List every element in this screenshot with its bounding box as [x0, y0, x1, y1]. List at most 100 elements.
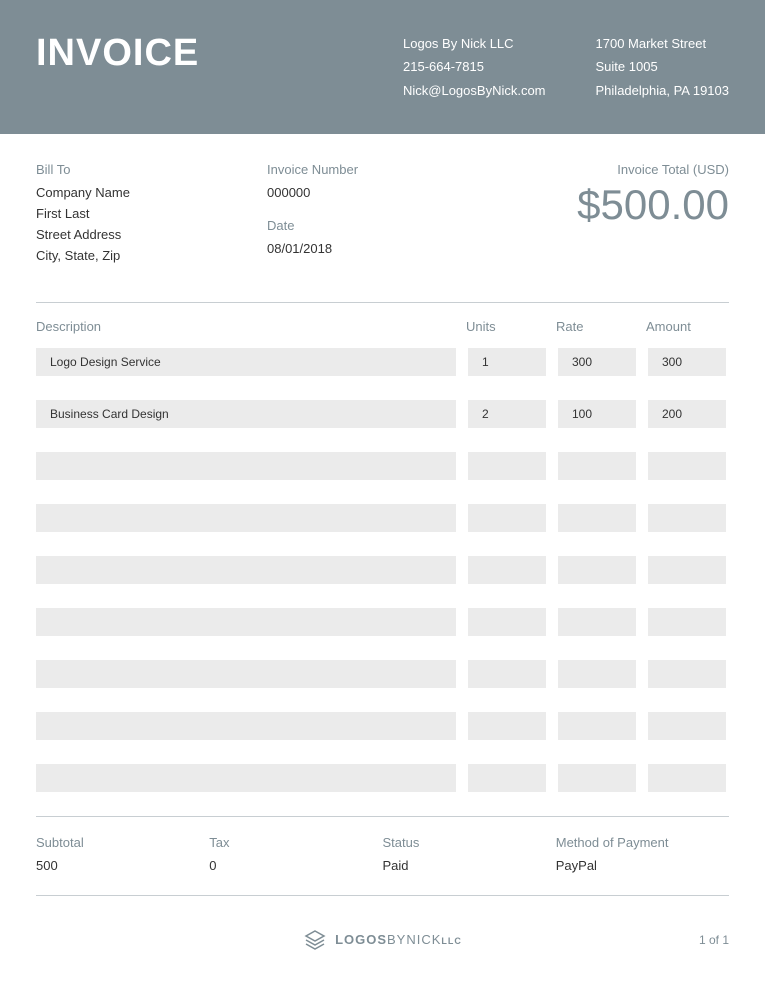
item-amount	[648, 556, 726, 584]
status-label: Status	[383, 835, 556, 850]
item-rate	[558, 608, 636, 636]
invoice-number: 000000	[267, 183, 498, 204]
invoice-date-label: Date	[267, 218, 498, 233]
summary-status: Status Paid	[383, 835, 556, 877]
table-header: Description Units Rate Amount	[36, 303, 729, 348]
summary-row: Subtotal 500 Tax 0 Status Paid Method of…	[36, 817, 729, 895]
item-amount: 300	[648, 348, 726, 376]
line-item: Logo Design Service 1 300 300	[36, 348, 729, 376]
company-address: 1700 Market Street Suite 1005 Philadelph…	[596, 32, 729, 102]
item-rate	[558, 712, 636, 740]
line-item	[36, 556, 729, 584]
col-description: Description	[36, 319, 456, 334]
line-item	[36, 504, 729, 532]
header: INVOICE Logos By Nick LLC 215-664-7815 N…	[0, 0, 765, 134]
item-amount: 200	[648, 400, 726, 428]
line-item: Business Card Design 2 100 200	[36, 400, 729, 428]
item-rate: 300	[558, 348, 636, 376]
tax-value: 0	[209, 856, 382, 877]
item-rate	[558, 504, 636, 532]
item-description	[36, 712, 456, 740]
content: Bill To Company Name First Last Street A…	[0, 134, 765, 915]
footer: LOGOSBYNICKLLC 1 of 1	[0, 916, 765, 972]
bill-to-city: City, State, Zip	[36, 246, 267, 267]
footer-logo: LOGOSBYNICKLLC	[303, 928, 462, 952]
invoice-title: INVOICE	[36, 32, 403, 75]
invoice-date: 08/01/2018	[267, 239, 498, 260]
subtotal-label: Subtotal	[36, 835, 209, 850]
layers-icon	[303, 928, 327, 952]
company-name: Logos By Nick LLC	[403, 32, 546, 55]
col-units: Units	[456, 319, 546, 334]
brand-thin: BYNICK	[387, 932, 441, 947]
item-description	[36, 452, 456, 480]
brand-small: LLC	[441, 936, 462, 946]
line-item	[36, 712, 729, 740]
divider	[36, 895, 729, 896]
item-amount	[648, 608, 726, 636]
company-info: Logos By Nick LLC 215-664-7815 Nick@Logo…	[403, 32, 546, 102]
item-rate	[558, 660, 636, 688]
company-email: Nick@LogosByNick.com	[403, 79, 546, 102]
invoice-number-label: Invoice Number	[267, 162, 498, 177]
item-description: Logo Design Service	[36, 348, 456, 376]
brand-bold: LOGOS	[335, 932, 387, 947]
summary-method: Method of Payment PayPal	[556, 835, 729, 877]
item-units	[468, 556, 546, 584]
item-units	[468, 660, 546, 688]
bill-to-name: First Last	[36, 204, 267, 225]
invoice-meta: Invoice Number 000000 Date 08/01/2018	[267, 162, 498, 274]
item-units	[468, 608, 546, 636]
item-rate	[558, 452, 636, 480]
item-units: 1	[468, 348, 546, 376]
line-items: Logo Design Service 1 300 300 Business Card …	[36, 348, 729, 792]
method-label: Method of Payment	[556, 835, 729, 850]
subtotal-value: 500	[36, 856, 209, 877]
item-rate	[558, 764, 636, 792]
bill-to-street: Street Address	[36, 225, 267, 246]
item-units	[468, 504, 546, 532]
header-info: Logos By Nick LLC 215-664-7815 Nick@Logo…	[403, 32, 729, 102]
summary-subtotal: Subtotal 500	[36, 835, 209, 877]
item-rate: 100	[558, 400, 636, 428]
item-description: Business Card Design	[36, 400, 456, 428]
item-description	[36, 556, 456, 584]
item-units	[468, 712, 546, 740]
invoice-total-section: Invoice Total (USD) $500.00	[498, 162, 729, 274]
item-description	[36, 660, 456, 688]
line-item	[36, 452, 729, 480]
status-value: Paid	[383, 856, 556, 877]
footer-brand: LOGOSBYNICKLLC	[335, 932, 462, 947]
bill-to-label: Bill To	[36, 162, 267, 177]
item-amount	[648, 452, 726, 480]
invoice-total-label: Invoice Total (USD)	[498, 162, 729, 177]
item-amount	[648, 660, 726, 688]
item-description	[36, 504, 456, 532]
address-suite: Suite 1005	[596, 55, 729, 78]
col-rate: Rate	[546, 319, 636, 334]
company-phone: 215-664-7815	[403, 55, 546, 78]
item-description	[36, 608, 456, 636]
bill-to-section: Bill To Company Name First Last Street A…	[36, 162, 267, 274]
tax-label: Tax	[209, 835, 382, 850]
line-item	[36, 660, 729, 688]
item-units	[468, 764, 546, 792]
item-amount	[648, 712, 726, 740]
address-city: Philadelphia, PA 19103	[596, 79, 729, 102]
item-rate	[558, 556, 636, 584]
line-item	[36, 608, 729, 636]
item-amount	[648, 504, 726, 532]
page-number: 1 of 1	[699, 933, 729, 947]
col-amount: Amount	[636, 319, 729, 334]
item-units: 2	[468, 400, 546, 428]
item-amount	[648, 764, 726, 792]
address-street: 1700 Market Street	[596, 32, 729, 55]
item-units	[468, 452, 546, 480]
info-row: Bill To Company Name First Last Street A…	[36, 162, 729, 274]
method-value: PayPal	[556, 856, 729, 877]
line-item	[36, 764, 729, 792]
invoice-total-value: $500.00	[498, 181, 729, 229]
item-description	[36, 764, 456, 792]
summary-tax: Tax 0	[209, 835, 382, 877]
bill-to-company: Company Name	[36, 183, 267, 204]
